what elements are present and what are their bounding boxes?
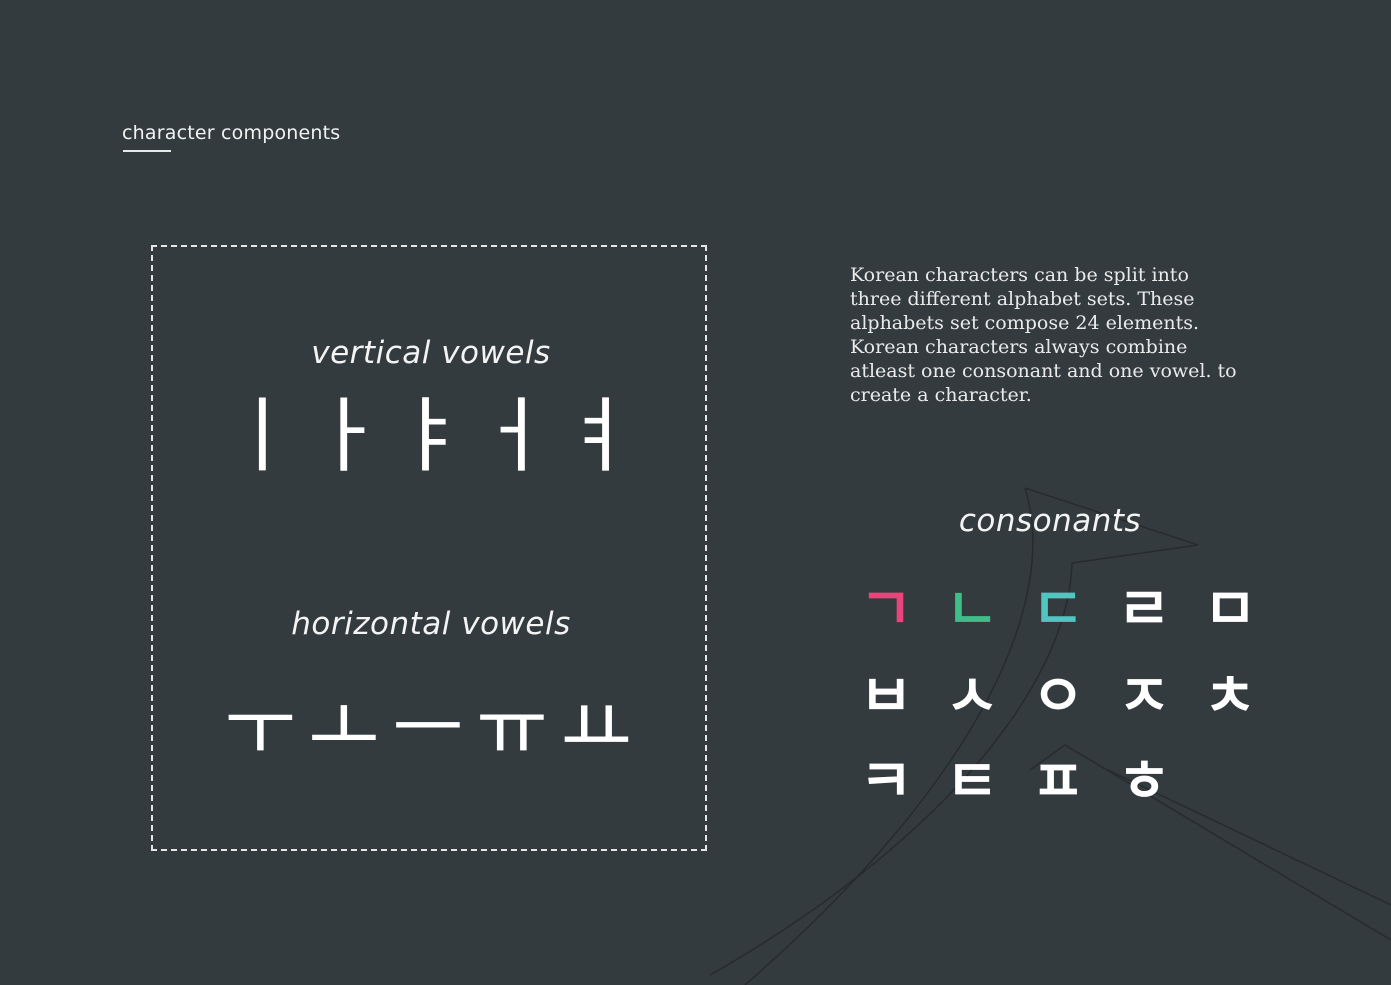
consonant-glyph: ㅇ	[1031, 662, 1085, 730]
vowel-glyph: ㅗ	[308, 684, 380, 774]
vowel-glyph: ㅕ	[560, 389, 636, 484]
consonant-glyph: ㅍ	[1031, 747, 1085, 815]
consonant-glyph: ㅊ	[1203, 662, 1257, 730]
vertical-vowels-row: ㅣ ㅏ ㅑ ㅓ ㅕ	[220, 396, 640, 478]
vowel-glyph: ㅑ	[392, 389, 468, 484]
vowel-glyph: ㅓ	[476, 389, 552, 484]
vowel-glyph: ㅏ	[308, 389, 384, 484]
consonant-glyph: ㅂ	[859, 662, 913, 730]
description-paragraph: Korean characters can be split into thre…	[850, 264, 1237, 406]
vowel-glyph: ㅣ	[224, 389, 300, 484]
vertical-vowels-label: vertical vowels	[311, 335, 551, 371]
consonant-glyph: ㅈ	[1117, 662, 1171, 730]
consonant-glyph: ㅎ	[1117, 747, 1171, 815]
vowel-glyph: ㅡ	[392, 684, 464, 774]
consonants-row-3: ㅋ ㅌ ㅍ ㅎ	[843, 752, 1187, 810]
consonant-glyph-highlight-3: ㄷ	[1031, 575, 1085, 643]
consonant-glyph: ㅌ	[945, 747, 999, 815]
consonants-row-2: ㅂ ㅅ ㅇ ㅈ ㅊ	[843, 667, 1273, 725]
vowel-glyph: ㅛ	[560, 684, 632, 774]
vowel-glyph: ㅜ	[224, 684, 296, 774]
consonant-glyph: ㅅ	[945, 662, 999, 730]
horizontal-vowels-row: ㅜ ㅗ ㅡ ㅠ ㅛ	[218, 690, 638, 768]
consonant-glyph: ㅋ	[859, 747, 913, 815]
horizontal-vowels-label: horizontal vowels	[291, 606, 571, 642]
heading-underline	[123, 150, 171, 152]
consonant-glyph: ㄹ	[1117, 575, 1171, 643]
consonants-label: consonants	[958, 503, 1142, 539]
consonant-glyph: ㅁ	[1203, 575, 1257, 643]
consonants-row-1: ㄱ ㄴ ㄷ ㄹ ㅁ	[843, 580, 1273, 638]
consonant-glyph-highlight-2: ㄴ	[945, 575, 999, 643]
vowel-glyph: ㅠ	[476, 684, 548, 774]
section-heading: character components	[122, 122, 341, 144]
consonant-glyph-highlight-1: ㄱ	[859, 575, 913, 643]
